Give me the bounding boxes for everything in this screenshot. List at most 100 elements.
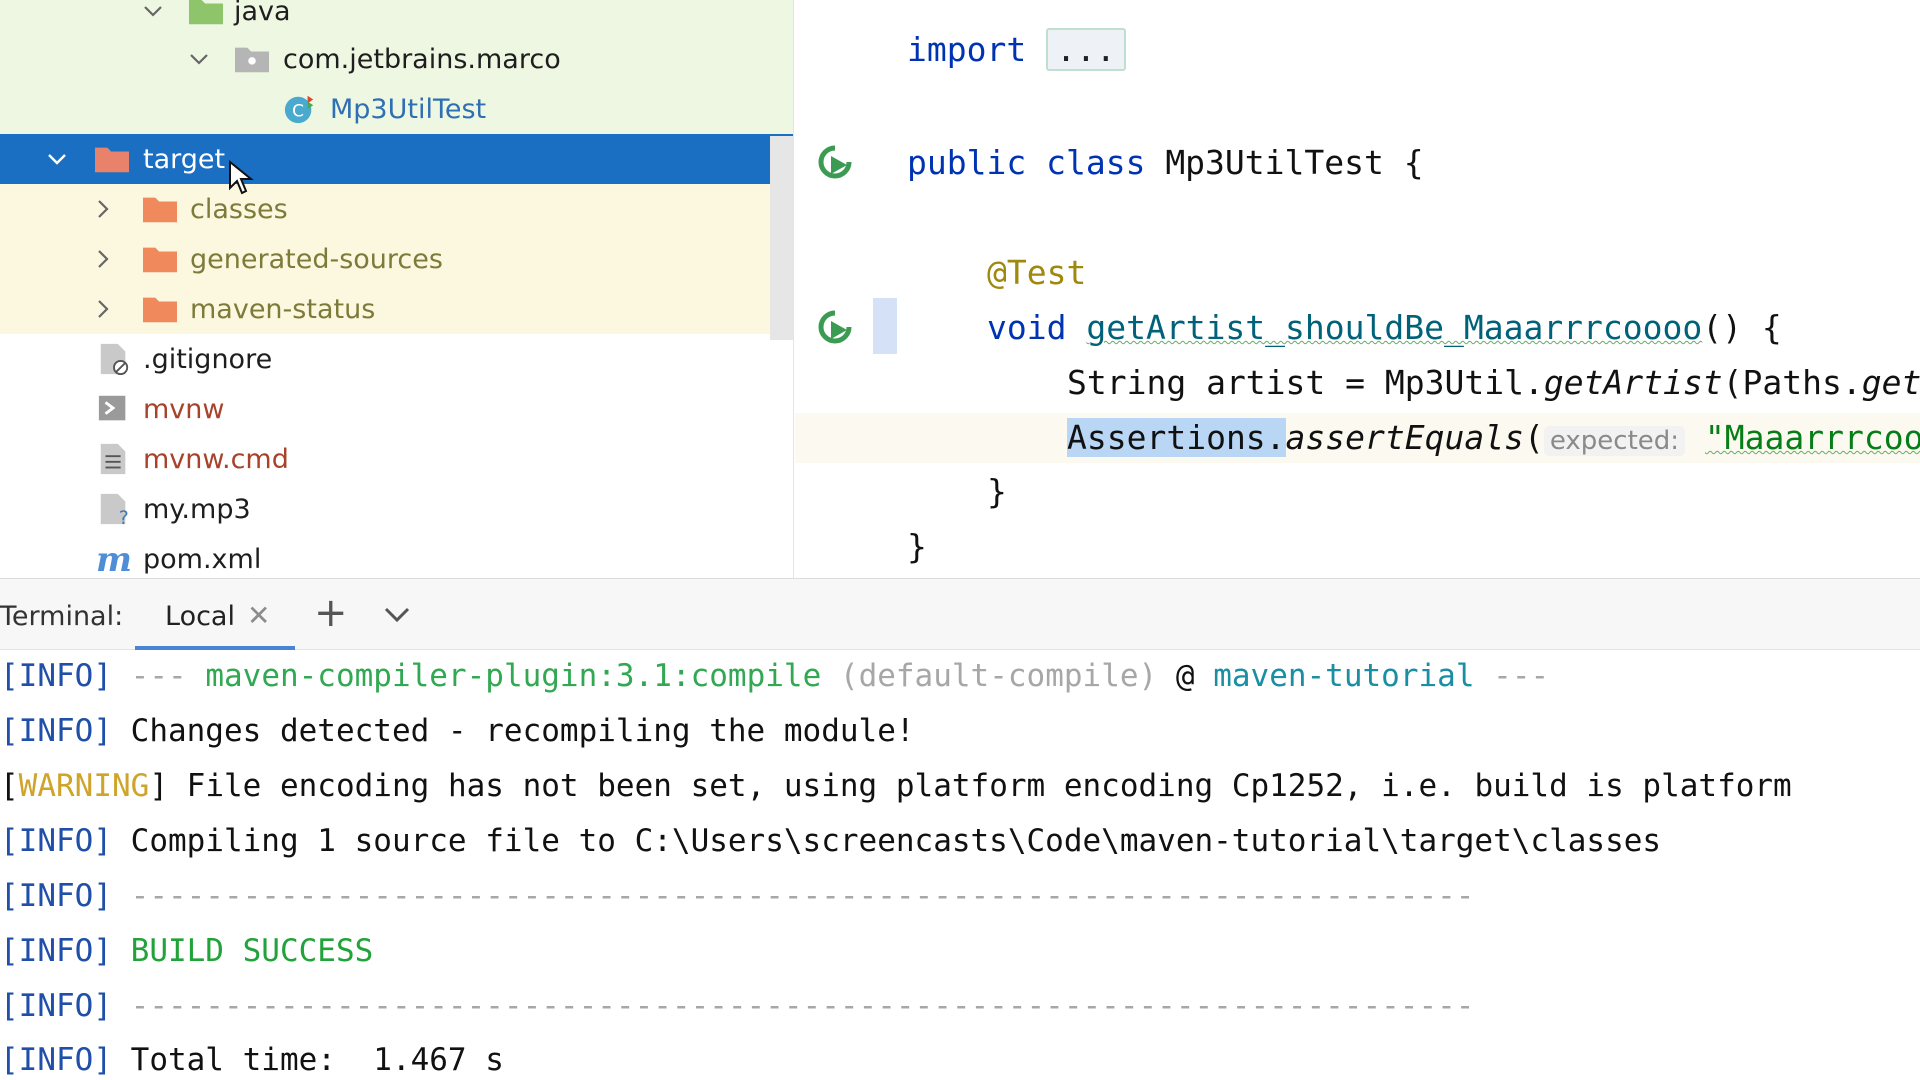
- terminal-line: [WARNING] File encoding has not been set…: [0, 768, 1792, 804]
- project-tree: java com.jetbrains.marco C Mp3UtilTest t…: [0, 0, 794, 578]
- log-project: maven-tutorial: [1213, 658, 1475, 694]
- selected-text: Assertions.: [1067, 418, 1286, 457]
- tree-item-classes[interactable]: classes: [0, 184, 793, 234]
- method-tail: () {: [1702, 308, 1782, 347]
- terminal-title: Terminal:: [0, 601, 124, 632]
- tree-item-label: target: [143, 143, 226, 175]
- tree-item-label: com.jetbrains.marco: [283, 43, 561, 75]
- source-folder-icon: [186, 0, 226, 29]
- tree-item-package[interactable]: com.jetbrains.marco: [0, 34, 793, 84]
- string-literal: "Maaarrrcoo: [1704, 418, 1920, 457]
- code-line-import: import ...: [907, 28, 1126, 71]
- method-call: get: [1861, 363, 1920, 402]
- code-line-close-class: }: [907, 527, 927, 566]
- tree-item-label: mvnw: [143, 393, 225, 425]
- code-text: }: [907, 527, 927, 566]
- terminal-output[interactable]: [INFO] --- maven-compiler-plugin:3.1:com…: [0, 650, 1920, 1080]
- log-tag: [INFO]: [0, 1042, 112, 1078]
- excluded-folder-icon: [140, 241, 180, 277]
- chevron-right-icon[interactable]: [88, 294, 118, 324]
- code-text: (Paths.: [1722, 363, 1862, 402]
- build-status: BUILD SUCCESS: [130, 933, 374, 969]
- excluded-folder-icon: [92, 141, 132, 177]
- run-test-class-icon[interactable]: [815, 142, 855, 182]
- code-line-method-decl: void getArtist_shouldBe_Maaarrrcoooo() {: [987, 308, 1782, 347]
- tree-item-pom-xml[interactable]: m pom.xml: [0, 534, 793, 578]
- annotation: @Test: [987, 253, 1087, 292]
- text-file-icon: [94, 441, 134, 477]
- add-tab-button[interactable]: +: [314, 593, 348, 633]
- tree-item-target[interactable]: target: [0, 134, 793, 184]
- tree-item-label: mvnw.cmd: [143, 443, 289, 475]
- keyword: void: [987, 308, 1067, 347]
- svg-text:?: ?: [119, 507, 129, 526]
- tree-item-maven-status[interactable]: maven-status: [0, 284, 793, 334]
- tree-item-label: Mp3UtilTest: [330, 93, 487, 125]
- log-tag: [INFO]: [0, 988, 112, 1024]
- tree-item-mvnw[interactable]: mvnw: [0, 384, 793, 434]
- log-text: @: [1175, 658, 1195, 694]
- log-rule: ----------------------------------------…: [130, 988, 1475, 1024]
- svg-text:C: C: [292, 102, 304, 122]
- tree-item-label: my.mp3: [143, 493, 251, 525]
- terminal-line: [INFO] ---------------------------------…: [0, 878, 1474, 914]
- maven-icon: m: [94, 541, 134, 577]
- chevron-down-icon[interactable]: [184, 44, 214, 74]
- chevron-down-icon[interactable]: [382, 599, 412, 629]
- keyword: public: [907, 143, 1027, 182]
- log-plugin: maven-compiler-plugin:3.1:compile: [205, 658, 822, 694]
- log-text: (default-compile): [839, 658, 1158, 694]
- tree-item-label: .gitignore: [143, 343, 273, 375]
- terminal-line: [INFO] ---------------------------------…: [0, 988, 1474, 1024]
- excluded-folder-icon: [140, 191, 180, 227]
- chevron-down-icon[interactable]: [42, 144, 72, 174]
- log-text: Changes detected - recompiling the modul…: [130, 713, 915, 749]
- package-icon: [232, 41, 272, 77]
- log-tag: [INFO]: [0, 933, 112, 969]
- log-rule: ----------------------------------------…: [130, 878, 1475, 914]
- ignored-file-icon: [94, 341, 134, 377]
- gutter-marker: [873, 298, 897, 354]
- log-text: Compiling 1 source file to C:\Users\scre…: [130, 823, 1662, 859]
- svg-text:m: m: [96, 541, 132, 577]
- test-class-icon: C: [280, 91, 320, 127]
- log-text: ---: [1493, 658, 1550, 694]
- terminal-line: [INFO] BUILD SUCCESS: [0, 933, 373, 969]
- log-text: Total time: 1.467 s: [130, 1042, 504, 1078]
- tree-item-gitignore[interactable]: .gitignore: [0, 334, 793, 384]
- tree-item-mp3utiltest[interactable]: C Mp3UtilTest: [0, 84, 793, 134]
- code-text: (: [1523, 418, 1544, 457]
- tree-item-mvnw-cmd[interactable]: mvnw.cmd: [0, 434, 793, 484]
- tab-local[interactable]: Local ✕: [135, 579, 295, 651]
- terminal-line: [INFO] Changes detected - recompiling th…: [0, 713, 915, 749]
- terminal-toolbar: Terminal: Local ✕ +: [0, 578, 1920, 651]
- code-line-class-decl: public class Mp3UtilTest {: [907, 143, 1424, 182]
- tree-item-my-mp3[interactable]: ? my.mp3: [0, 484, 793, 534]
- close-icon[interactable]: ✕: [247, 599, 270, 632]
- code-line-annotation: @Test: [987, 253, 1086, 292]
- code-editor[interactable]: import ... public class Mp3UtilTest { @T…: [795, 0, 1920, 578]
- tree-item-label: generated-sources: [190, 243, 443, 275]
- terminal-line: [INFO] --- maven-compiler-plugin:3.1:com…: [0, 658, 1549, 694]
- chevron-right-icon[interactable]: [88, 194, 118, 224]
- run-test-method-icon[interactable]: [815, 307, 855, 347]
- tree-item-generated-sources[interactable]: generated-sources: [0, 234, 793, 284]
- folded-imports[interactable]: ...: [1046, 28, 1126, 71]
- chevron-right-icon[interactable]: [88, 244, 118, 274]
- tree-item-java[interactable]: java: [0, 0, 793, 36]
- unknown-file-icon: ?: [94, 491, 134, 527]
- tab-label: Local: [165, 601, 235, 632]
- log-tag: [INFO]: [0, 658, 112, 694]
- keyword: import: [907, 30, 1027, 69]
- shell-script-icon: [94, 391, 134, 427]
- parameter-hint: expected:: [1543, 426, 1686, 456]
- keyword: class: [1046, 143, 1146, 182]
- tree-item-label: pom.xml: [143, 543, 262, 575]
- tree-item-label: classes: [190, 193, 288, 225]
- tree-scrollbar[interactable]: [770, 136, 793, 340]
- mouse-cursor-icon: [229, 160, 254, 195]
- excluded-folder-icon: [140, 291, 180, 327]
- chevron-down-icon[interactable]: [138, 0, 168, 26]
- class-name: Mp3UtilTest {: [1165, 143, 1424, 182]
- log-text: ---: [130, 658, 187, 694]
